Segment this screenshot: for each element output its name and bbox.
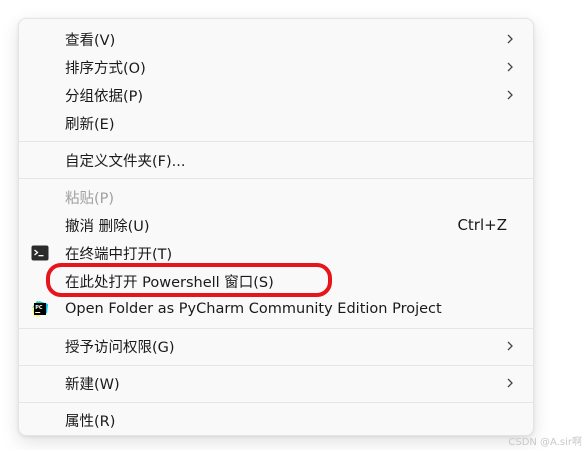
menu-item-label: 排序方式(O) — [65, 60, 146, 77]
chevron-right-icon — [507, 62, 513, 72]
menu-item-open-in-terminal[interactable]: 在终端中打开(T) — [25, 239, 527, 267]
pycharm-icon: PC — [32, 301, 48, 317]
menu-item-sort-by[interactable]: 排序方式(O) — [25, 53, 527, 81]
menu-item-refresh[interactable]: 刷新(E) — [25, 109, 527, 137]
menu-item-label: 属性(R) — [65, 413, 116, 430]
menu-item-label: Open Folder as PyCharm Community Edition… — [65, 301, 442, 317]
menu-separator — [19, 141, 533, 142]
shortcut-label: Ctrl+Z — [457, 216, 507, 234]
menu-item-label: 授予访问权限(G) — [65, 339, 175, 356]
menu-item-view[interactable]: 查看(V) — [25, 25, 527, 53]
menu-separator — [19, 328, 533, 329]
menu-item-open-pycharm[interactable]: PC Open Folder as PyCharm Community Edit… — [25, 295, 527, 323]
context-menu: 查看(V) 排序方式(O) 分组依据(P) 刷新(E) 自定义文件夹(F)...… — [18, 18, 534, 436]
page: 查看(V) 排序方式(O) 分组依据(P) 刷新(E) 自定义文件夹(F)...… — [0, 0, 585, 450]
menu-separator — [19, 178, 533, 179]
menu-item-give-access[interactable]: 授予访问权限(G) — [25, 332, 527, 360]
chevron-right-icon — [507, 378, 513, 388]
chevron-right-icon — [507, 34, 513, 44]
menu-item-label: 在终端中打开(T) — [65, 246, 173, 263]
menu-item-new[interactable]: 新建(W) — [25, 369, 527, 397]
watermark: CSDN @A.sir啊 — [508, 437, 582, 448]
menu-item-open-powershell[interactable]: 在此处打开 Powershell 窗口(S) — [25, 267, 527, 295]
menu-item-label: 新建(W) — [65, 376, 120, 393]
menu-item-label: 分组依据(P) — [65, 88, 144, 105]
menu-item-label: 撤消 删除(U) — [65, 218, 150, 235]
terminal-icon — [31, 245, 49, 261]
menu-item-undo-delete[interactable]: 撤消 删除(U) Ctrl+Z — [25, 211, 527, 239]
menu-item-label: 粘贴(P) — [65, 190, 115, 207]
menu-item-label: 查看(V) — [65, 32, 116, 49]
menu-separator — [19, 402, 533, 403]
menu-item-label: 在此处打开 Powershell 窗口(S) — [65, 274, 274, 291]
menu-separator — [19, 365, 533, 366]
menu-item-paste: 粘贴(P) — [25, 183, 527, 211]
svg-text:PC: PC — [35, 305, 43, 311]
menu-item-properties[interactable]: 属性(R) — [25, 406, 527, 434]
menu-item-label: 自定义文件夹(F)... — [65, 153, 186, 170]
menu-item-label: 刷新(E) — [65, 116, 115, 133]
chevron-right-icon — [507, 341, 513, 351]
menu-item-group-by[interactable]: 分组依据(P) — [25, 81, 527, 109]
menu-item-customize-folder[interactable]: 自定义文件夹(F)... — [25, 146, 527, 174]
chevron-right-icon — [507, 90, 513, 100]
